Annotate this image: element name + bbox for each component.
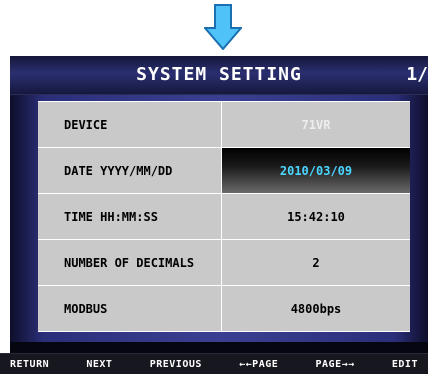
setting-row-device[interactable]: DEVICE 71VR [38,102,410,148]
setting-label: NUMBER OF DECIMALS [38,240,222,285]
settings-panel: DEVICE 71VR DATE YYYY/MM/DD 2010/03/09 T… [10,95,428,342]
edit-button[interactable]: EDIT [382,359,428,370]
setting-row-modbus[interactable]: MODBUS 4800bps [38,286,410,332]
setting-value[interactable]: 71VR [222,102,410,147]
setting-row-decimals[interactable]: NUMBER OF DECIMALS 2 [38,240,410,286]
next-button[interactable]: NEXT [76,359,122,370]
setting-label: TIME HH:MM:SS [38,194,222,239]
page-title: SYSTEM SETTING [136,64,302,85]
previous-button[interactable]: PREVIOUS [140,359,212,370]
setting-label: DEVICE [38,102,222,147]
setting-value[interactable]: 4800bps [222,286,410,331]
setting-label: DATE YYYY/MM/DD [38,148,222,193]
setting-row-time[interactable]: TIME HH:MM:SS 15:42:10 [38,194,410,240]
setting-row-date[interactable]: DATE YYYY/MM/DD 2010/03/09 [38,148,410,194]
page-back-button[interactable]: ←←PAGE [229,359,288,370]
title-bar: SYSTEM SETTING 1/ [10,56,428,95]
settings-table: DEVICE 71VR DATE YYYY/MM/DD 2010/03/09 T… [38,101,410,332]
setting-value[interactable]: 2 [222,240,410,285]
setting-value-selected[interactable]: 2010/03/09 [222,148,410,193]
page-indicator: 1/ [406,64,428,85]
page-forward-button[interactable]: PAGE→→ [306,359,365,370]
setting-value[interactable]: 15:42:10 [222,194,410,239]
function-key-bar: RETURN NEXT PREVIOUS ←←PAGE PAGE→→ EDIT [0,353,428,374]
down-arrow-icon [204,4,242,50]
return-button[interactable]: RETURN [0,359,59,370]
device-screen: SYSTEM SETTING 1/ DEVICE 71VR DATE YYYY/… [10,56,428,374]
setting-label: MODBUS [38,286,222,331]
